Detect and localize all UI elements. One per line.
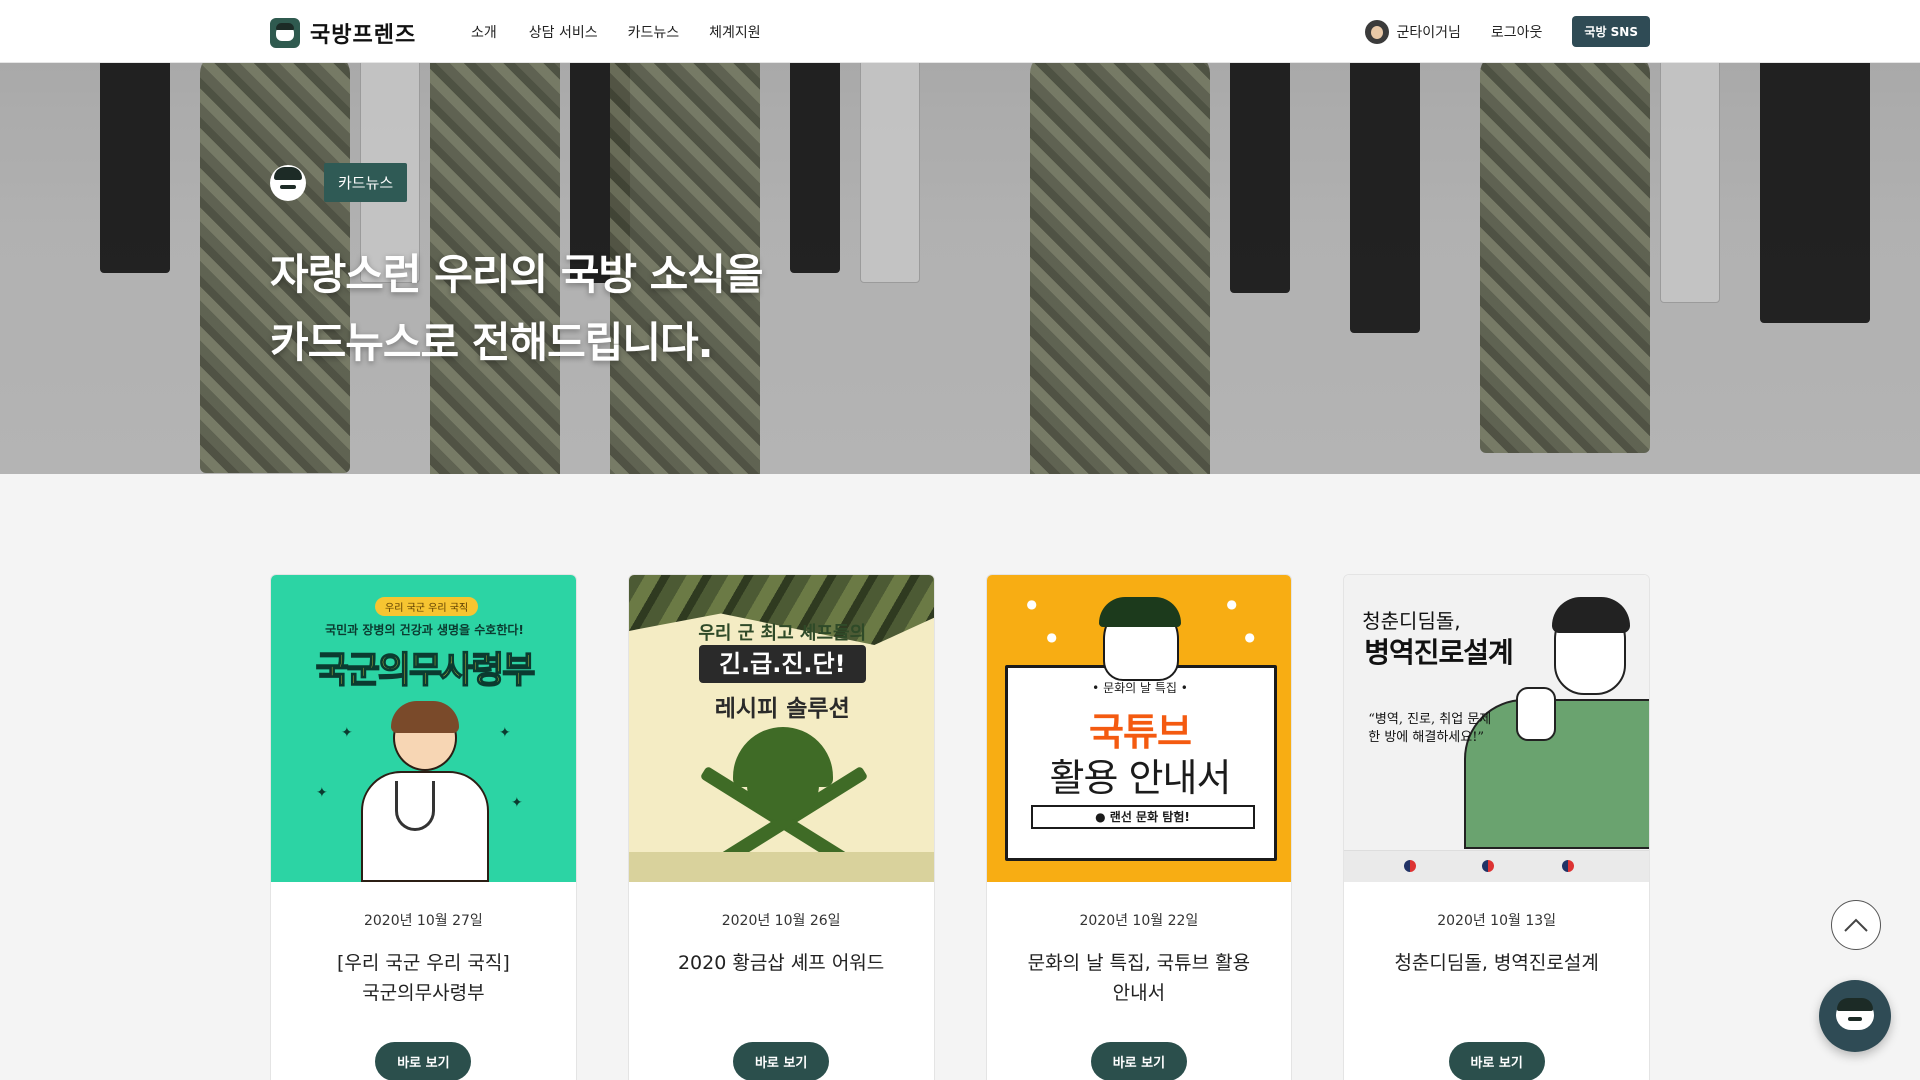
logout-link[interactable]: 로그아웃 (1491, 22, 1543, 42)
sparkle-icon: ✦ (341, 725, 353, 741)
card-thumbnail[interactable]: 우리 국군 우리 국직 국민과 장병의 건강과 생명을 수호한다! 국군의무사령… (271, 575, 576, 882)
view-button[interactable]: 바로 보기 (1090, 1042, 1187, 1080)
thumb-quote: “병역, 진로, 취업 문제 한 방에 해결하세요!” (1368, 711, 1491, 747)
card-thumbnail[interactable]: 우리 군 최고 셰프들의 긴.급.진.단! 레시피 솔루션 (628, 575, 934, 882)
card-news-item[interactable]: 우리 국군 우리 국직 국민과 장병의 건강과 생명을 수호한다! 국군의무사령… (270, 574, 577, 1080)
chatbot-icon (1837, 998, 1873, 1011)
card-news-item[interactable]: 청춘디딤돌, 병역진로설계 “병역, 진로, 취업 문제 한 방에 해결하세요!… (1343, 574, 1650, 1080)
card-title-line: [우리 국군 우리 국직] (336, 952, 510, 974)
card-news-list: 우리 국군 우리 국직 국민과 장병의 건강과 생명을 수호한다! 국군의무사령… (270, 574, 1650, 1080)
paw-icon: ● (1244, 630, 1255, 644)
card-news-item[interactable]: 우리 군 최고 셰프들의 긴.급.진.단! 레시피 솔루션 2020년 10월 … (627, 574, 935, 1080)
user-area: 군타이거님 로그아웃 국방 SNS (1365, 16, 1650, 47)
stethoscope-icon (395, 781, 435, 831)
thumb-line3: 레시피 솔루션 (714, 696, 850, 722)
thumb-subtitle: 국민과 장병의 건강과 생명을 수호한다! (325, 623, 524, 637)
hero-title-line1: 자랑스런 우리의 국방 소식을 (270, 250, 764, 299)
logo-icon (270, 18, 300, 48)
card-date: 2020년 10월 13일 (1437, 913, 1557, 929)
nav-item-intro[interactable]: 소개 (471, 22, 497, 42)
hero-tag: 카드뉴스 (324, 163, 408, 202)
hero-badge: 카드뉴스 (270, 163, 408, 202)
main-nav: 소개 상담 서비스 카드뉴스 체계지원 (471, 22, 791, 42)
thumb-line2: 긴.급.진.단! (698, 645, 866, 683)
gov-logo-icon (1404, 860, 1417, 872)
chevron-up-icon (1844, 918, 1868, 932)
thumb-headline2: 활용 안내서 (1049, 756, 1232, 800)
sparkle-icon: ✦ (499, 725, 511, 741)
paw-icon: ● (1026, 597, 1037, 611)
view-button[interactable]: 바로 보기 (733, 1042, 830, 1080)
thumbs-up-icon (1516, 687, 1557, 741)
logo-text: 국방프렌즈 (310, 23, 417, 48)
avatar (1365, 19, 1390, 44)
thumb-line2: 병역진로설계 (1364, 636, 1514, 669)
paw-icon: ● (1226, 597, 1237, 611)
chatbot-icon (1848, 1017, 1862, 1021)
card-title-line: 안내서 (1112, 982, 1166, 1004)
paw-icon: ● (1046, 630, 1057, 644)
sparkle-icon: ✦ (511, 795, 523, 811)
card-thumbnail[interactable]: ● ● ● ● • 문화의 날 특집 • 국튜브 활용 안내서 ● 랜선 문화 … (986, 575, 1292, 882)
gov-logo-icon (1562, 860, 1575, 872)
user-name[interactable]: 군타이거님 (1396, 22, 1460, 42)
card-date: 2020년 10월 26일 (721, 913, 841, 929)
card-title[interactable]: 청춘디딤돌, 병역진로설계 (1344, 948, 1649, 1008)
hero-title: 자랑스런 우리의 국방 소식을 카드뉴스로 전해드립니다. (270, 241, 764, 377)
chatbot-button[interactable] (1819, 980, 1891, 1052)
thumb-headline: 국군의무사령부 (315, 649, 536, 692)
thumb-line1: 우리 군 최고 셰프들의 (698, 623, 867, 644)
site-header: 국방프렌즈 소개 상담 서비스 카드뉴스 체계지원 군타이거님 로그아웃 국방 … (0, 0, 1920, 63)
card-title[interactable]: 2020 황금삽 셰프 어워드 (629, 948, 934, 1008)
beret-icon (1098, 597, 1181, 627)
thumb-quote-line: 한 방에 해결하세요!” (1368, 730, 1485, 745)
thumb-pill: 우리 국군 우리 국직 (375, 597, 479, 616)
card-date: 2020년 10월 22일 (1079, 913, 1199, 929)
thumb-small: • 문화의 날 특집 • (1092, 681, 1188, 695)
view-button[interactable]: 바로 보기 (375, 1042, 472, 1080)
thumb-footer (1344, 850, 1650, 882)
thumb-bottom-strip (628, 852, 934, 882)
gov-logo-icon (1482, 860, 1495, 872)
site-logo[interactable]: 국방프렌즈 (270, 17, 416, 49)
doctor-illustration (391, 701, 459, 733)
card-title-line: 청춘디딤돌, 병역진로설계 (1394, 952, 1599, 974)
card-title-line: 2020 황금삽 셰프 어워드 (677, 952, 885, 974)
card-date: 2020년 10월 27일 (363, 913, 483, 929)
man-illustration (1552, 597, 1631, 633)
thumb-line1: 청춘디딤돌, (1362, 609, 1461, 633)
thumb-quote-line: “병역, 진로, 취업 문제 (1368, 712, 1492, 727)
sparkle-icon: ✦ (316, 785, 328, 801)
card-title-line: 문화의 날 특집, 국튜브 활용 (1027, 952, 1251, 974)
card-title-line: 국군의무사령부 (362, 982, 485, 1004)
nav-item-system-support[interactable]: 체계지원 (709, 22, 761, 42)
sns-button[interactable]: 국방 SNS (1572, 16, 1650, 47)
card-title[interactable]: [우리 국군 우리 국직] 국군의무사령부 (271, 948, 576, 1008)
hero-title-line2: 카드뉴스로 전해드립니다. (270, 318, 714, 367)
card-title[interactable]: 문화의 날 특집, 국튜브 활용 안내서 (987, 948, 1292, 1008)
view-button[interactable]: 바로 보기 (1448, 1042, 1545, 1080)
thumb-bar: ● 랜선 문화 탐험! (1030, 805, 1255, 829)
scroll-to-top-button[interactable] (1831, 900, 1881, 950)
nav-item-cardnews[interactable]: 카드뉴스 (628, 22, 680, 42)
man-illustration (1464, 699, 1650, 849)
chat-bubble-icon (270, 164, 306, 201)
card-news-item[interactable]: ● ● ● ● • 문화의 날 특집 • 국튜브 활용 안내서 ● 랜선 문화 … (985, 574, 1293, 1080)
nav-item-counseling[interactable]: 상담 서비스 (529, 22, 598, 42)
card-thumbnail[interactable]: 청춘디딤돌, 병역진로설계 “병역, 진로, 취업 문제 한 방에 해결하세요!… (1344, 575, 1650, 882)
hero-banner: 카드뉴스 자랑스런 우리의 국방 소식을 카드뉴스로 전해드립니다. (0, 63, 1920, 474)
